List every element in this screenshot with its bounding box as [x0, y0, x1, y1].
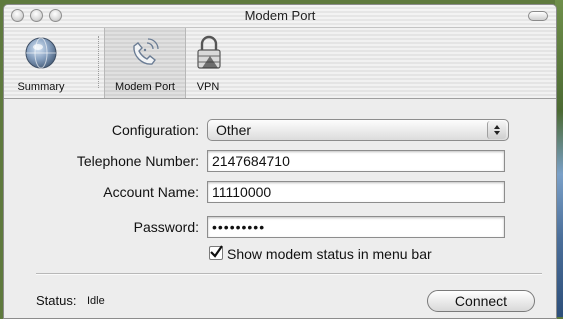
status-label: Status:	[36, 293, 77, 308]
connect-button[interactable]: Connect	[427, 290, 535, 312]
configuration-value: Other	[216, 122, 252, 138]
status-value: Idle	[87, 295, 105, 307]
configuration-label: Configuration:	[111, 122, 199, 138]
checkmark-icon	[210, 245, 223, 258]
toolbar-separator	[98, 36, 99, 88]
toolbar-modem-port-button[interactable]: Modem Port	[104, 28, 186, 98]
divider	[36, 273, 542, 275]
lock-icon	[197, 35, 221, 69]
window-title: Modem Port	[244, 8, 316, 23]
password-field[interactable]: •••••••••	[207, 216, 505, 238]
internet-connect-window: Modem Port Summary Modem Port VPN Config…	[3, 4, 557, 319]
phone-modem-icon	[133, 38, 159, 65]
toolbar-toggle-button[interactable]	[528, 11, 548, 21]
toolbar-summary-label: Summary	[17, 81, 65, 93]
title-bar[interactable]: Modem Port	[4, 5, 556, 28]
telephone-number-label: Telephone Number:	[76, 153, 199, 169]
toolbar: Summary Modem Port VPN	[4, 28, 556, 99]
toolbar-summary-button[interactable]: Summary	[10, 28, 72, 98]
globe-icon	[25, 37, 57, 69]
configuration-popup[interactable]: Other	[207, 119, 509, 141]
toolbar-vpn-label: VPN	[196, 81, 220, 93]
account-name-field[interactable]: 11110000	[207, 181, 505, 203]
account-name-label: Account Name:	[103, 184, 199, 200]
toolbar-vpn-button[interactable]: VPN	[188, 28, 228, 98]
show-modem-status-label: Show modem status in menu bar	[227, 246, 432, 262]
password-label: Password:	[133, 219, 199, 235]
telephone-number-field[interactable]: 2147684710	[207, 150, 505, 172]
toolbar-modem-port-label: Modem Port	[115, 81, 175, 93]
popup-arrows-icon	[487, 121, 506, 139]
show-modem-status-checkbox[interactable]	[209, 245, 223, 260]
